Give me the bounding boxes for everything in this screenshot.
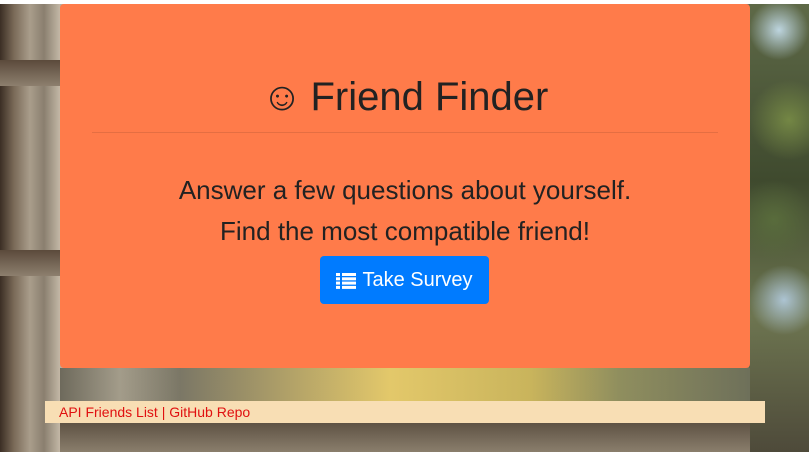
- background-wood-post: [0, 0, 60, 452]
- footer-bar: API Friends List | GitHub Repo: [45, 401, 765, 423]
- jumbotron: ☺ Friend Finder Answer a few questions ab…: [60, 4, 750, 368]
- smile-icon: ☺: [261, 75, 303, 119]
- take-survey-label: Take Survey: [362, 268, 473, 291]
- footer-separator: |: [157, 404, 170, 420]
- api-friends-list-link[interactable]: API Friends List: [59, 404, 158, 420]
- page-title: ☺ Friend Finder: [60, 74, 750, 120]
- take-survey-button[interactable]: Take Survey: [320, 256, 489, 304]
- intro-line-2: Find the most compatible friend!: [220, 216, 590, 246]
- github-repo-link[interactable]: GitHub Repo: [169, 404, 250, 420]
- title-divider: [92, 132, 718, 133]
- page-title-text: Friend Finder: [310, 75, 549, 119]
- intro-line-1: Answer a few questions about yourself.: [178, 175, 632, 205]
- list-icon: [336, 272, 357, 289]
- background-foliage: [749, 0, 809, 452]
